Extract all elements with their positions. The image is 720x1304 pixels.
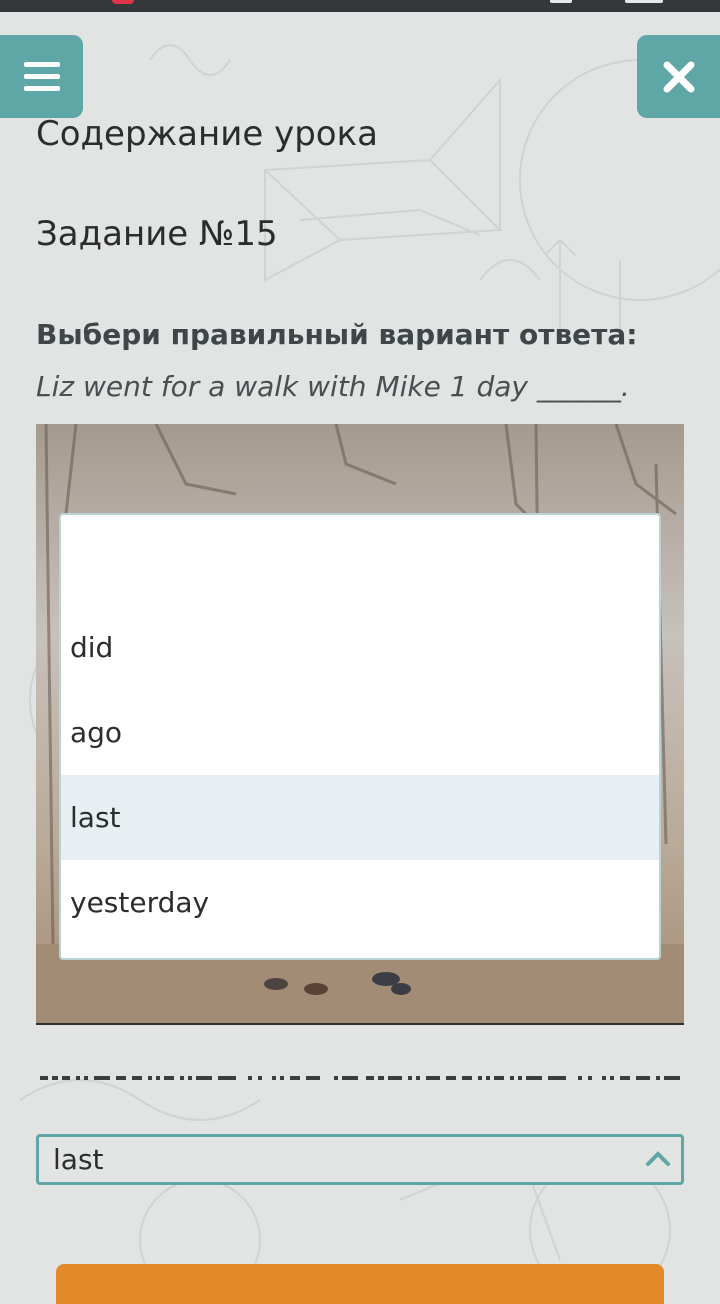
notification-badge — [112, 0, 134, 4]
task-title: Задание №15 — [36, 214, 278, 254]
menu-button[interactable] — [0, 35, 83, 118]
option-empty[interactable] — [61, 515, 659, 600]
battery-icon — [625, 0, 663, 3]
status-icon — [550, 0, 572, 3]
option-ago[interactable]: ago — [61, 690, 659, 775]
task-question: Liz went for a walk with Mike 1 day ____… — [36, 370, 630, 403]
hamburger-icon — [23, 61, 60, 91]
lesson-contents-title: Содержание урока — [36, 114, 378, 154]
decorative-dash-divider — [40, 1076, 680, 1080]
option-did[interactable]: did — [61, 605, 659, 690]
option-yesterday[interactable]: yesterday — [61, 860, 659, 945]
close-x-icon — [663, 61, 694, 92]
chevron-up-icon — [646, 1151, 670, 1166]
option-last[interactable]: last — [61, 775, 659, 860]
answer-options-list[interactable]: did ago last yesterday — [59, 513, 661, 960]
check-answer-button[interactable] — [56, 1264, 664, 1304]
answer-select[interactable]: last — [36, 1134, 684, 1185]
task-instruction: Выбери правильный вариант ответа: — [36, 318, 638, 351]
answer-select-value: last — [53, 1143, 104, 1176]
close-button[interactable] — [637, 35, 720, 118]
status-bar — [0, 0, 720, 12]
